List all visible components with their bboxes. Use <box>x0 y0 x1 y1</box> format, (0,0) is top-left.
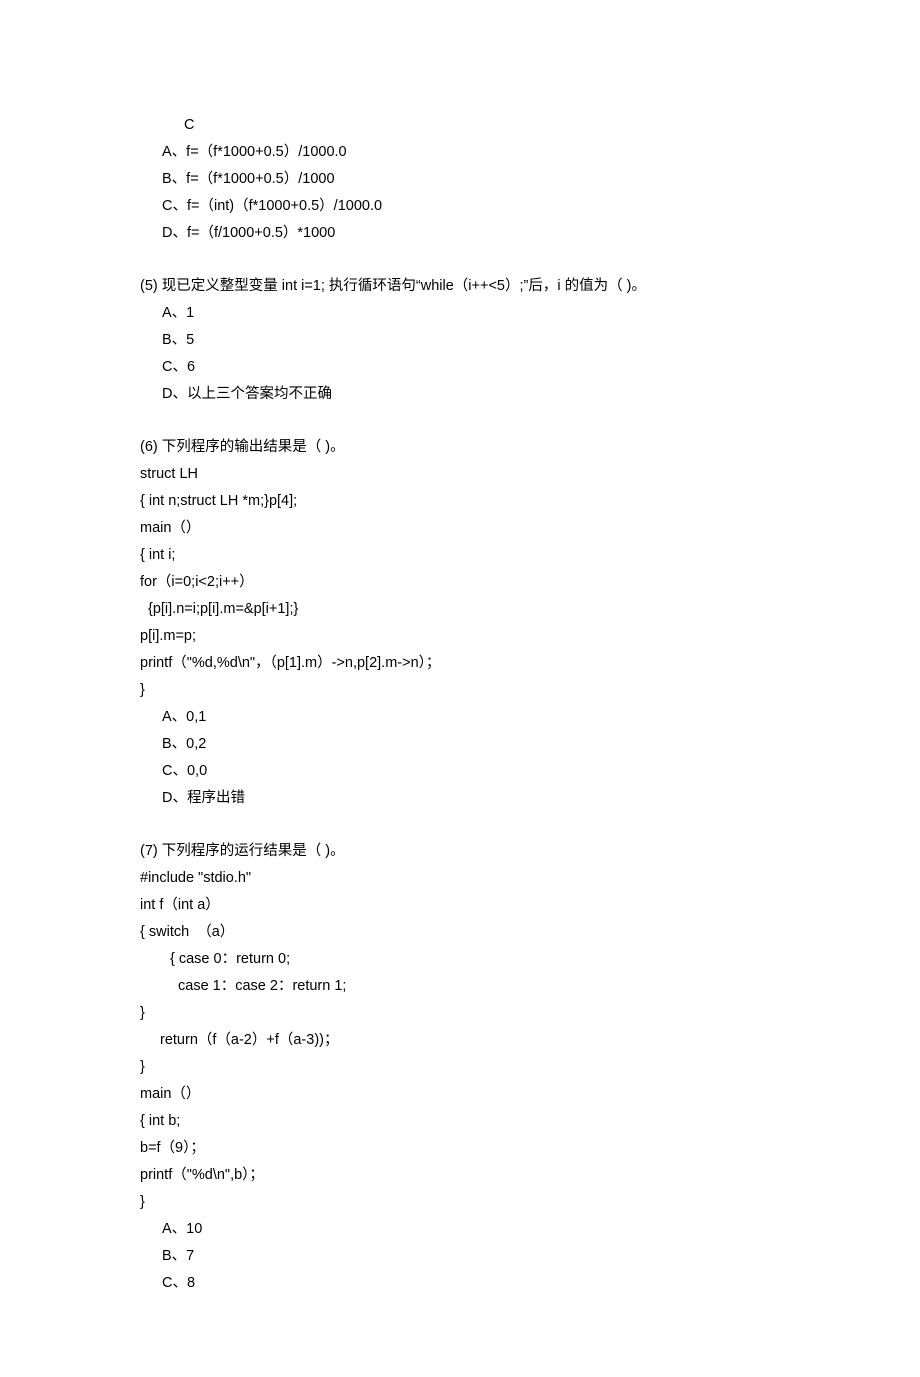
q5-option-a: A、1 <box>140 300 780 327</box>
prev-answer-letter: C <box>140 112 780 139</box>
q6-option-b: B、0,2 <box>140 731 780 758</box>
q7-code-line: } <box>140 1189 780 1216</box>
q7-code-line: main（） <box>140 1081 780 1108</box>
q6-code-line: struct LH <box>140 461 780 488</box>
document-page: C A、f=（f*1000+0.5）/1000.0 B、f=（f*1000+0.… <box>0 0 920 1377</box>
q7-head: (7) 下列程序的运行结果是（ )。 <box>140 838 780 865</box>
q7-code-line: } <box>140 1054 780 1081</box>
q6-code-line: printf（"%d,%d\n"，（p[1].m）->n,p[2].m->n）； <box>140 650 780 677</box>
q7-code-line: { switch （a） <box>140 919 780 946</box>
q6-code-line: {p[i].n=i;p[i].m=&p[i+1];} <box>140 596 780 623</box>
q4-option-b: B、f=（f*1000+0.5）/1000 <box>140 166 780 193</box>
q5-option-b: B、5 <box>140 327 780 354</box>
q7-code-line: b=f（9）； <box>140 1135 780 1162</box>
q6-code-line: { int i; <box>140 542 780 569</box>
q7-code-line: int f（int a） <box>140 892 780 919</box>
q7-option-b: B、7 <box>140 1243 780 1270</box>
q7-code-line: } <box>140 1000 780 1027</box>
q7-code-line: return（f（a-2）+f（a-3))； <box>140 1027 780 1054</box>
q6-code-line: } <box>140 677 780 704</box>
q5-option-d: D、以上三个答案均不正确 <box>140 381 780 408</box>
q4-option-c: C、f=（int)（f*1000+0.5）/1000.0 <box>140 193 780 220</box>
q5-head: (5) 现已定义整型变量 int i=1; 执行循环语句“while（i++<5… <box>140 273 780 300</box>
q6-code-line: p[i].m=p; <box>140 623 780 650</box>
q6-option-d: D、程序出错 <box>140 785 780 812</box>
q7-option-c: C、8 <box>140 1270 780 1297</box>
q6-code-line: main（） <box>140 515 780 542</box>
q6-option-a: A、0,1 <box>140 704 780 731</box>
q7-option-a: A、10 <box>140 1216 780 1243</box>
q4-option-a: A、f=（f*1000+0.5）/1000.0 <box>140 139 780 166</box>
q7-code-line: case 1：case 2：return 1; <box>140 973 780 1000</box>
q6-option-c: C、0,0 <box>140 758 780 785</box>
q5-option-c: C、6 <box>140 354 780 381</box>
q6-code-line: for（i=0;i<2;i++） <box>140 569 780 596</box>
q6-code-line: { int n;struct LH *m;}p[4]; <box>140 488 780 515</box>
q4-option-d: D、f=（f/1000+0.5）*1000 <box>140 220 780 247</box>
q7-code-line: #include "stdio.h" <box>140 865 780 892</box>
q7-code-line: { case 0：return 0; <box>140 946 780 973</box>
q7-code-line: printf（"%d\n",b）； <box>140 1162 780 1189</box>
q7-code-line: { int b; <box>140 1108 780 1135</box>
q6-head: (6) 下列程序的输出结果是（ )。 <box>140 434 780 461</box>
